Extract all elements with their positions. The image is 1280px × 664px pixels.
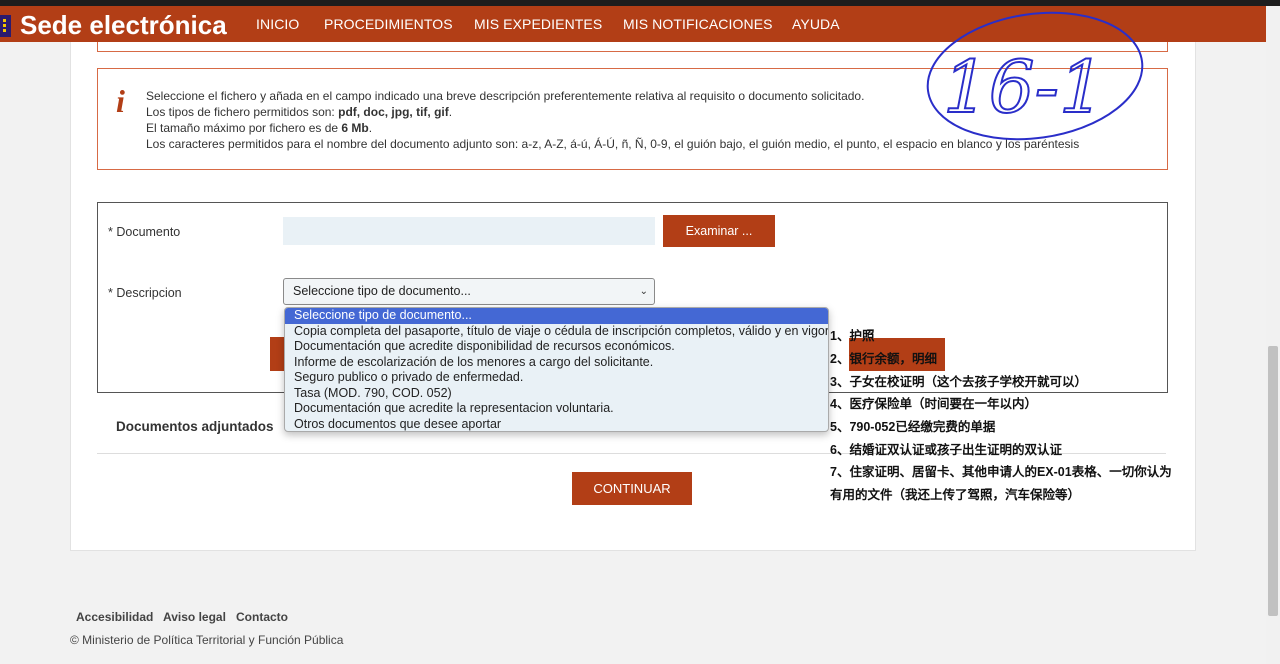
dropdown-option[interactable]: Otros documentos que desee aportar (285, 417, 828, 432)
dropdown-option[interactable]: Copia completa del pasaporte, título de … (285, 324, 828, 340)
annotation-line: 3、子女在校证明（这个去孩子学校开就可以） (830, 375, 1087, 389)
nav-mis-notificaciones[interactable]: MIS NOTIFICACIONES (623, 16, 773, 32)
descripcion-select[interactable]: Seleccione tipo de documento... ⌄ (283, 278, 655, 305)
documento-file-input[interactable] (283, 217, 655, 245)
handwritten-annotation: 16-1 (926, 11, 1144, 141)
nav-inicio[interactable]: INICIO (256, 16, 299, 32)
footer-copyright: © Ministerio de Política Territorial y F… (70, 633, 344, 647)
dropdown-option[interactable]: Documentación que acredite la representa… (285, 401, 828, 417)
descripcion-dropdown-list: Seleccione tipo de documento... Copia co… (284, 307, 829, 432)
nav-mis-expedientes[interactable]: MIS EXPEDIENTES (474, 16, 602, 32)
annotation-line: 6、结婚证双认证或孩子出生证明的双认证 (830, 443, 1062, 457)
documentos-adjuntados-title: Documentos adjuntados (116, 419, 274, 434)
scrollbar-thumb[interactable] (1268, 346, 1278, 616)
documento-label: * Documento (108, 225, 181, 239)
select-value: Seleccione tipo de documento... (293, 284, 471, 298)
site-logo[interactable]: Sede electrónica (20, 10, 227, 41)
examinar-button[interactable]: Examinar ... (663, 215, 775, 247)
dropdown-option[interactable]: Seleccione tipo de documento... (285, 308, 828, 324)
nav-ayuda[interactable]: AYUDA (792, 16, 840, 32)
dropdown-option[interactable]: Documentación que acredite disponibilida… (285, 339, 828, 355)
dropdown-option[interactable]: Informe de escolarización de los menores… (285, 355, 828, 371)
footer-contacto-link[interactable]: Contacto (236, 610, 288, 624)
annotation-line: 4、医疗保险单（时间要在一年以内） (830, 397, 1037, 411)
handwriting-text: 16-1 (943, 45, 1105, 129)
info-line-2: Los tipos de fichero permitidos son: pdf… (146, 105, 453, 119)
info-line-1: Seleccione el fichero y añada en el camp… (146, 89, 865, 103)
info-line-3: El tamaño máximo por fichero es de 6 Mb. (146, 121, 373, 135)
nav-procedimientos[interactable]: PROCEDIMIENTOS (324, 16, 453, 32)
annotation-line: 7、住家证明、居留卡、其他申请人的EX-01表格、一切你认为 (830, 465, 1172, 479)
annotation-line: 1、护照 (830, 329, 875, 343)
annotation-line: 有用的文件（我还上传了驾照，汽车保险等） (830, 488, 1081, 502)
annotation-line: 2、银行余额，明细 (830, 352, 937, 366)
page-scrollbar[interactable] (1266, 6, 1280, 664)
annotation-line: 5、790-052已经缴完费的单据 (830, 420, 996, 434)
dropdown-option[interactable]: Seguro publico o privado de enfermedad. (285, 370, 828, 386)
footer-aviso-legal-link[interactable]: Aviso legal (163, 610, 226, 624)
logo-emblem-icon (0, 15, 11, 37)
descripcion-label: * Descripcion (108, 286, 182, 300)
footer-accesibilidad-link[interactable]: Accesibilidad (76, 610, 153, 624)
dropdown-option[interactable]: Tasa (MOD. 790, COD. 052) (285, 386, 828, 402)
info-icon: i (116, 83, 125, 119)
chevron-down-icon: ⌄ (639, 286, 648, 297)
continuar-button[interactable]: CONTINUAR (572, 472, 692, 505)
